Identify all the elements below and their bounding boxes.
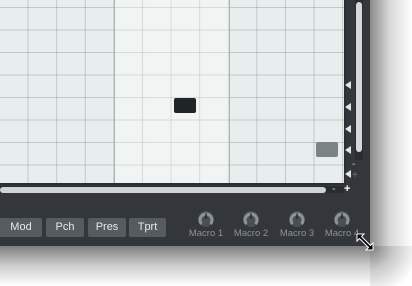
window-shadow-bottom [0,246,412,286]
highlighted-bar [114,0,230,183]
left-triangle-icon[interactable] [345,125,351,133]
macro-knob-icon[interactable] [197,210,215,228]
macro-label: Macro 1 [188,228,224,239]
selected-note[interactable] [174,98,196,113]
resize-cursor-icon [356,233,374,251]
clip-editor-panel: - + - + Mod Pch Pres Tprt Macro 1 Macro … [0,0,370,246]
left-triangle-icon[interactable] [345,103,351,111]
note-grid[interactable] [0,0,346,185]
horizontal-zoom-out-button[interactable]: - [332,183,336,195]
pressure-button[interactable]: Pres [88,218,126,237]
macro-control-1[interactable]: Macro 1 [184,210,228,239]
macro-label: Macro 2 [233,228,269,239]
left-triangle-icon[interactable] [345,170,351,178]
left-triangle-icon[interactable] [345,81,351,89]
vertical-zoom-in-button[interactable]: + [352,171,358,181]
mod-button[interactable]: Mod [0,218,42,237]
horizontal-zoom-in-button[interactable]: + [344,183,350,195]
left-triangle-icon[interactable] [345,146,351,154]
macro-knob-icon[interactable] [333,210,351,228]
note[interactable] [316,142,338,157]
macro-knob-icon[interactable] [288,210,306,228]
window-shadow-right [370,0,412,286]
vertical-scrollbar-thumb[interactable] [356,2,362,152]
macro-knob-icon[interactable] [242,210,260,228]
pitch-button[interactable]: Pch [46,218,84,237]
horizontal-scrollbar-thumb[interactable] [0,187,326,193]
transpose-button[interactable]: Tprt [129,218,166,237]
vertical-zoom-out-button[interactable]: - [352,160,355,170]
macro-control-3[interactable]: Macro 3 [275,210,319,239]
macro-label: Macro 3 [279,228,315,239]
macro-control-2[interactable]: Macro 2 [229,210,273,239]
window-shadow-corner [370,246,412,286]
